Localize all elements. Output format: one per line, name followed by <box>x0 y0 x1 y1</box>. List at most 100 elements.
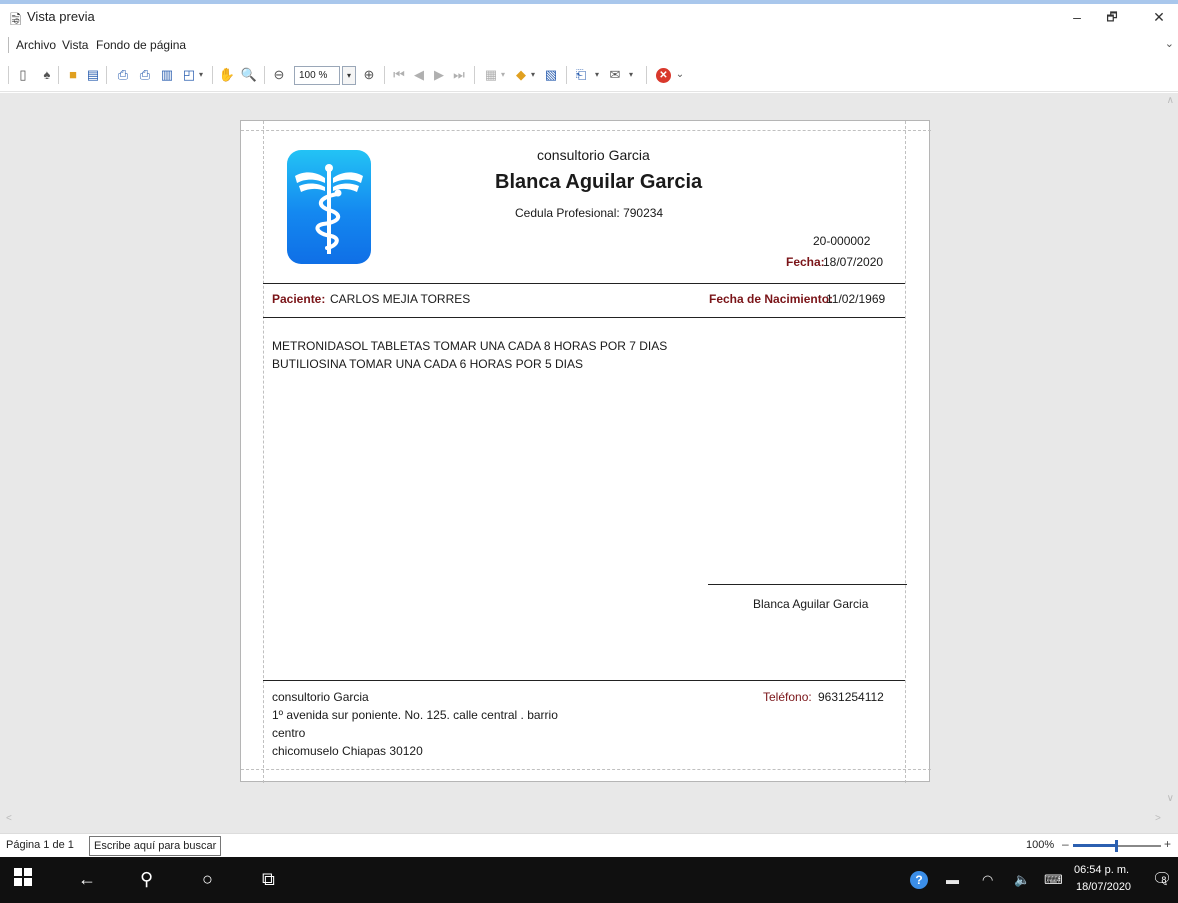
quick-print-icon[interactable]: ⎙ <box>136 66 154 84</box>
menu-vista[interactable]: Vista <box>62 38 88 52</box>
document-map-icon[interactable]: ▯ <box>14 66 32 84</box>
open-folder-icon[interactable]: ■ <box>64 66 82 84</box>
scroll-down-icon[interactable]: ∨ <box>1167 793 1174 804</box>
scroll-left-icon[interactable]: < <box>6 813 12 824</box>
notifications-icon[interactable]: 🗨8 <box>1152 869 1177 889</box>
print-icon[interactable]: ⎙ <box>114 66 132 84</box>
chevron-down-icon[interactable]: ▾ <box>528 66 538 84</box>
chevron-down-icon[interactable]: ▾ <box>626 66 636 84</box>
footer-city: chicomuselo Chiapas 30120 <box>272 744 423 758</box>
binoculars-icon[interactable]: ♠ <box>38 66 56 84</box>
phone-label: Teléfono: <box>763 690 812 704</box>
margin-guide <box>263 121 264 783</box>
status-bar: Página 1 de 1 Escribe aquí para buscar 1… <box>0 833 1178 857</box>
export-icon[interactable]: ⎗ <box>572 66 590 84</box>
prescription-line: BUTILIOSINA TOMAR UNA CADA 6 HORAS POR 5… <box>272 357 583 371</box>
menu-fondo-de-pagina[interactable]: Fondo de página <box>96 38 186 52</box>
chevron-down-icon[interactable]: ▾ <box>592 66 602 84</box>
signature-line <box>708 584 907 585</box>
restore-button[interactable]: 🗗 <box>1097 7 1127 27</box>
clock-time[interactable]: 06:54 p. m. <box>1074 864 1129 876</box>
birth-date-value: 11/02/1969 <box>826 292 886 306</box>
divider <box>263 283 905 284</box>
margin-guide <box>241 769 931 770</box>
back-arrow-icon[interactable]: ← <box>78 869 96 890</box>
patient-label: Paciente: <box>272 292 326 306</box>
zoom-dropdown[interactable]: ▾ <box>342 66 356 85</box>
page-indicator: Página 1 de 1 <box>6 839 74 851</box>
zoom-input[interactable]: 100 % <box>294 66 340 85</box>
toolbar: ▯ ♠ ■ ▤ ⎙ ⎙ ▥ ◰ ▾ ✋ 🔍 ⊖ 100 % ▾ ⊕ ⏮ ◀ ▶ … <box>0 58 1178 92</box>
toolbar-separator <box>646 66 647 84</box>
wifi-icon[interactable]: ◠ <box>982 872 993 888</box>
title-bar: 🗟 Vista previa – 🗗 ✕ <box>0 0 1178 32</box>
window-title: Vista previa <box>27 9 95 24</box>
search-tooltip: Escribe aquí para buscar <box>89 836 222 856</box>
patient-name: CARLOS MEJIA TORRES <box>330 292 471 306</box>
keyboard-icon[interactable]: ⌨ <box>1044 872 1063 888</box>
zoom-in-icon[interactable]: ⊕ <box>360 66 378 84</box>
zoom-slider-fill <box>1073 844 1117 847</box>
toolbar-separator <box>474 66 475 84</box>
minimize-button[interactable]: – <box>1062 7 1092 27</box>
document-preview-icon: 🗟 <box>10 11 22 27</box>
divider <box>263 680 905 681</box>
toolbar-separator <box>264 66 265 84</box>
doctor-name: Blanca Aguilar Garcia <box>495 171 703 193</box>
zoom-slider[interactable] <box>1073 840 1161 852</box>
clock-date[interactable]: 18/07/2020 <box>1076 881 1131 893</box>
save-icon[interactable]: ▤ <box>84 66 102 84</box>
toolbar-separator <box>106 66 107 84</box>
prescription-page: consultorio Garcia Blanca Aguilar Garcia… <box>240 120 931 783</box>
last-page-icon[interactable]: ⏭ <box>450 66 468 84</box>
scroll-up-icon[interactable]: ∧ <box>1167 95 1174 106</box>
menu-grip <box>8 37 9 53</box>
battery-icon[interactable]: ▬ <box>946 872 959 887</box>
signature-name: Blanca Aguilar Garcia <box>753 597 869 611</box>
next-page-icon[interactable]: ▶ <box>430 66 448 84</box>
close-preview-icon[interactable]: ✕ <box>656 68 671 83</box>
previous-page-icon[interactable]: ◀ <box>410 66 428 84</box>
chevron-down-icon[interactable]: ⌄ <box>1165 37 1174 50</box>
chevron-down-icon[interactable]: ⌄ <box>674 66 686 84</box>
zoom-in-button[interactable]: + <box>1164 837 1171 851</box>
zoom-out-icon[interactable]: ⊖ <box>270 66 288 84</box>
chevron-down-icon[interactable]: ▾ <box>498 66 508 84</box>
prescription-line: METRONIDASOL TABLETAS TOMAR UNA CADA 8 H… <box>272 339 668 353</box>
toolbar-separator <box>58 66 59 84</box>
volume-icon[interactable]: 🔈 <box>1014 872 1030 888</box>
margin-guide <box>241 130 931 131</box>
clinic-name: consultorio Garcia <box>537 147 650 163</box>
page-setup-icon[interactable]: ▥ <box>158 66 176 84</box>
task-view-icon[interactable]: ⧉ <box>262 869 275 890</box>
birth-date-label: Fecha de Nacimiento: <box>709 292 834 306</box>
taskbar: ← ⚲ ○ ⧉ ? ▬ ◠ 🔈 ⌨ 06:54 p. m. 18/07/2020… <box>0 857 1178 903</box>
toolbar-separator <box>566 66 567 84</box>
divider <box>263 317 905 318</box>
zoom-slider-thumb[interactable] <box>1115 840 1118 852</box>
notification-count: 8 <box>1161 875 1167 885</box>
watermark-icon[interactable]: ▧ <box>542 66 560 84</box>
menu-bar: Archivo Vista Fondo de página ⌄ <box>0 32 1178 58</box>
phone-value: 9631254112 <box>818 690 884 704</box>
search-icon[interactable]: ⚲ <box>140 869 153 890</box>
first-page-icon[interactable]: ⏮ <box>390 66 408 84</box>
hand-tool-icon[interactable]: ✋ <box>218 66 236 84</box>
magnifier-icon[interactable]: 🔍 <box>240 66 258 84</box>
help-icon[interactable]: ? <box>910 871 928 889</box>
date-value: 18/07/2020 <box>823 255 884 269</box>
close-button[interactable]: ✕ <box>1144 7 1174 27</box>
windows-start-icon[interactable] <box>14 868 32 891</box>
toolbar-separator <box>212 66 213 84</box>
margin-guide <box>905 121 906 783</box>
scroll-right-icon[interactable]: > <box>1155 813 1161 824</box>
toolbar-grip <box>8 66 9 84</box>
chevron-down-icon[interactable]: ▾ <box>196 66 206 84</box>
professional-license: Cedula Profesional: 790234 <box>515 206 664 220</box>
email-icon[interactable]: ✉ <box>606 66 624 84</box>
menu-archivo[interactable]: Archivo <box>16 38 56 52</box>
zoom-out-button[interactable]: – <box>1062 837 1069 851</box>
cortana-icon[interactable]: ○ <box>202 869 213 890</box>
footer-address: centro <box>272 726 306 740</box>
preview-area[interactable]: ∧ ∨ < > consultorio Garcia Blanca Aguila… <box>0 93 1178 833</box>
